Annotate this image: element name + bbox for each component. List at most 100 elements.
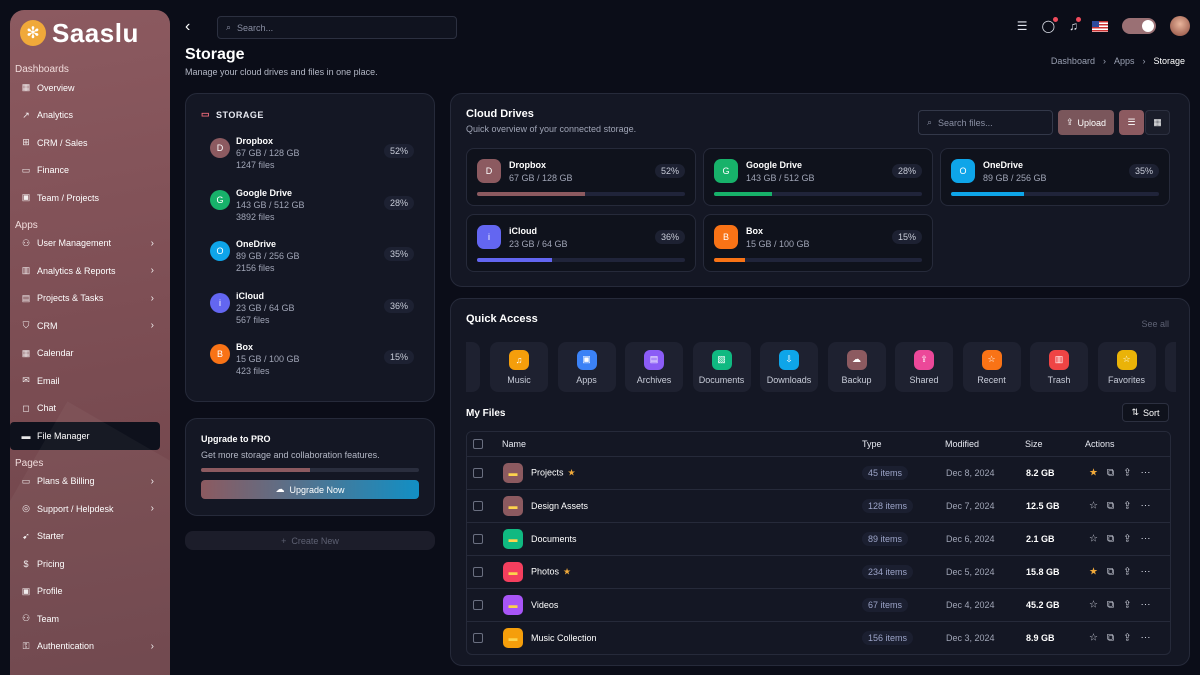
sidebar-item-starter[interactable]: ➹ Starter <box>10 523 170 551</box>
theme-toggle[interactable] <box>1122 18 1156 34</box>
sidebar-item-pricing[interactable]: $ Pricing <box>10 550 170 578</box>
quick-access-apps[interactable]: ▣ Apps <box>557 342 616 392</box>
favorite-star-icon[interactable]: ★ <box>1089 468 1098 479</box>
sidebar-item-analytics[interactable]: ↗ Analytics <box>10 102 170 130</box>
copy-icon[interactable]: ⧉ <box>1107 567 1114 578</box>
sidebar-item-crm[interactable]: ⛉ CRM › <box>10 312 170 340</box>
storage-item[interactable]: G Google Drive 143 GB / 512 GB 3892 files 28… <box>201 186 419 238</box>
quick-access-favorites[interactable]: ☆ Favorites <box>1097 342 1156 392</box>
us-flag-icon[interactable] <box>1092 20 1108 32</box>
copy-icon[interactable]: ⧉ <box>1107 468 1114 479</box>
file-name[interactable]: Documents <box>531 534 577 544</box>
sidebar-item-profile[interactable]: ▣ Profile <box>10 578 170 606</box>
favorite-star-icon[interactable]: ☆ <box>1089 501 1098 512</box>
favorite-star-icon[interactable]: ☆ <box>1089 534 1098 545</box>
table-row[interactable]: ▬ Music Collection 156 items Dec 3, 2024 8.9… <box>467 621 1170 654</box>
drive-card[interactable]: B Box 15 GB / 100 GB 15% <box>703 214 933 272</box>
sidebar-item-team-projects[interactable]: ▣ Team / Projects <box>10 184 170 212</box>
brand[interactable]: ✻ Saaslu <box>10 10 170 56</box>
upload-button[interactable]: ⇪ Upload <box>1058 110 1114 135</box>
search-input[interactable]: ⌕ Search... <box>217 16 457 39</box>
sidebar-item-analytics-reports[interactable]: ▥ Analytics & Reports › <box>10 257 170 285</box>
table-row[interactable]: ▬ Photos ★ 234 items Dec 5, 2024 15.8 GB ★ ⧉ ⇪ ⋯ <box>467 555 1170 588</box>
sidebar-item-projects-tasks[interactable]: ▤ Projects & Tasks › <box>10 285 170 313</box>
storage-item[interactable]: D Dropbox 67 GB / 128 GB 1247 files 52% <box>201 134 419 186</box>
file-name[interactable]: Music Collection <box>531 633 597 643</box>
table-row[interactable]: ▬ Design Assets 128 items Dec 7, 2024 12.5 G… <box>467 489 1170 522</box>
share-icon[interactable]: ⇪ <box>1123 468 1131 479</box>
share-icon[interactable]: ⇪ <box>1123 567 1131 578</box>
row-checkbox[interactable] <box>473 633 483 643</box>
quick-access-shared[interactable]: ⇪ Shared <box>895 342 953 392</box>
row-checkbox[interactable] <box>473 501 483 511</box>
avatar[interactable] <box>1170 16 1190 36</box>
sidebar-item-email[interactable]: ✉ Email <box>10 367 170 395</box>
storage-item[interactable]: i iCloud 23 GB / 64 GB 567 files 36% <box>201 289 419 341</box>
filter-sliders-icon[interactable]: ☰ <box>1017 19 1028 33</box>
quick-access-downloads[interactable]: ⇩ Downloads <box>760 342 818 392</box>
copy-icon[interactable]: ⧉ <box>1107 633 1114 644</box>
col-modified[interactable]: Modified <box>945 439 979 449</box>
see-all-link[interactable]: See all <box>1141 319 1169 329</box>
back-chevron-icon[interactable]: ‹ <box>185 18 190 36</box>
sidebar-item-calendar[interactable]: ▦ Calendar <box>10 340 170 368</box>
drive-card[interactable]: G Google Drive 143 GB / 512 GB 28% <box>703 148 933 206</box>
row-checkbox[interactable] <box>473 468 483 478</box>
quick-access-archives[interactable]: ▤ Archives <box>625 342 683 392</box>
file-name[interactable]: Videos <box>531 600 558 610</box>
quick-access-music[interactable]: ♫ Music <box>490 342 548 392</box>
create-new-button[interactable]: + Create New <box>185 531 435 550</box>
drive-card[interactable]: i iCloud 23 GB / 64 GB 36% <box>466 214 696 272</box>
copy-icon[interactable]: ⧉ <box>1107 534 1114 545</box>
col-name[interactable]: Name <box>502 439 526 449</box>
more-options-icon[interactable]: ⋯ <box>1141 567 1151 578</box>
table-row[interactable]: ▬ Projects ★ 45 items Dec 8, 2024 8.2 GB ★ ⧉ ⇪ ⋯ <box>467 456 1170 489</box>
chat-icon[interactable]: ◯ <box>1042 17 1058 33</box>
storage-item[interactable]: B Box 15 GB / 100 GB 423 files 15% <box>201 340 419 392</box>
list-view-button[interactable]: ☰ <box>1119 110 1144 135</box>
file-name[interactable]: Design Assets <box>531 501 588 511</box>
more-options-icon[interactable]: ⋯ <box>1141 600 1151 611</box>
bell-icon[interactable]: ♫ <box>1069 17 1081 33</box>
share-icon[interactable]: ⇪ <box>1123 600 1131 611</box>
select-all-checkbox[interactable] <box>473 439 483 449</box>
breadcrumb-apps[interactable]: Apps <box>1114 56 1135 66</box>
quick-access-trash[interactable]: ▥ Trash <box>1030 342 1088 392</box>
row-checkbox[interactable] <box>473 600 483 610</box>
table-row[interactable]: ▬ Videos 67 items Dec 4, 2024 45.2 GB ☆ ⧉ ⇪ ⋯ <box>467 588 1170 621</box>
share-icon[interactable]: ⇪ <box>1123 501 1131 512</box>
breadcrumb-dashboard[interactable]: Dashboard <box>1051 56 1095 66</box>
sidebar-item-authentication[interactable]: ⚿ Authentication › <box>10 633 170 661</box>
quick-access-backup[interactable]: ☁ Backup <box>827 342 886 392</box>
sidebar-item-overview[interactable]: ▦ Overview <box>10 74 170 102</box>
sidebar-item-crm-sales[interactable]: ⊞ CRM / Sales <box>10 129 170 157</box>
search-files-input[interactable]: ⌕ Search files... <box>918 110 1053 135</box>
sort-button[interactable]: ⇅ Sort <box>1122 403 1169 422</box>
sidebar-item-chat[interactable]: ◻ Chat <box>10 395 170 423</box>
sidebar-item-support-helpdesk[interactable]: ◎ Support / Helpdesk › <box>10 495 170 523</box>
sidebar-item-finance[interactable]: ▭ Finance <box>10 157 170 185</box>
drive-card[interactable]: D Dropbox 67 GB / 128 GB 52% <box>466 148 696 206</box>
col-size[interactable]: Size <box>1025 439 1043 449</box>
more-options-icon[interactable]: ⋯ <box>1141 534 1151 545</box>
drive-card[interactable]: O OneDrive 89 GB / 256 GB 35% <box>940 148 1170 206</box>
copy-icon[interactable]: ⧉ <box>1107 501 1114 512</box>
quick-access-recent[interactable]: ☆ Recent <box>962 342 1021 392</box>
copy-icon[interactable]: ⧉ <box>1107 600 1114 611</box>
table-row[interactable]: ▬ Documents 89 items Dec 6, 2024 2.1 GB ☆ ⧉ ⇪ ⋯ <box>467 522 1170 555</box>
sidebar-item-file-manager[interactable]: ▬ File Manager <box>10 422 160 450</box>
row-checkbox[interactable] <box>473 567 483 577</box>
quick-access-documents[interactable]: ▧ Documents <box>692 342 751 392</box>
favorite-star-icon[interactable]: ☆ <box>1089 633 1098 644</box>
grid-view-button[interactable]: ▦ <box>1145 110 1170 135</box>
file-name[interactable]: Photos ★ <box>531 567 571 578</box>
col-type[interactable]: Type <box>862 439 882 449</box>
more-options-icon[interactable]: ⋯ <box>1141 501 1151 512</box>
favorite-star-icon[interactable]: ☆ <box>1089 600 1098 611</box>
storage-item[interactable]: O OneDrive 89 GB / 256 GB 2156 files 35% <box>201 237 419 289</box>
file-name[interactable]: Projects ★ <box>531 468 576 479</box>
share-icon[interactable]: ⇪ <box>1123 633 1131 644</box>
sidebar-item-plans-billing[interactable]: ▭ Plans & Billing › <box>10 468 170 496</box>
more-options-icon[interactable]: ⋯ <box>1141 468 1151 479</box>
row-checkbox[interactable] <box>473 534 483 544</box>
